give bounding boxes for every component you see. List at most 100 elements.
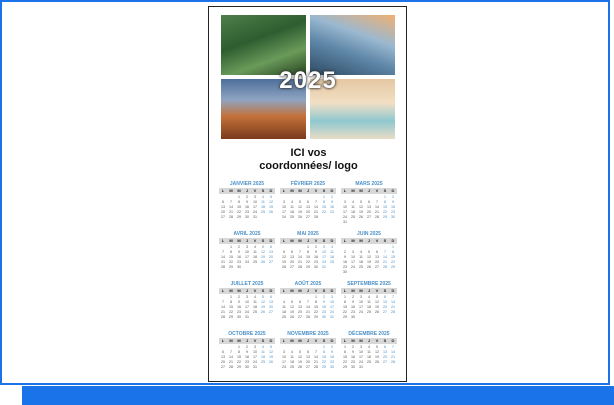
day-cell: 29 <box>229 265 233 269</box>
weekday-header: LMMJVSD <box>341 188 397 194</box>
weekday-label: J <box>367 288 371 293</box>
weekday-label: S <box>383 238 387 243</box>
weekday-label: L <box>221 338 225 343</box>
day-cell: 30 <box>391 215 395 219</box>
day-cell: 28 <box>221 315 225 319</box>
weekday-label: M <box>359 288 363 293</box>
weekday-label: S <box>383 288 387 293</box>
day-grid: 1 2 3 4 5 6 7 8 9 10 11 12 13 14 15 16 17 18 19 20 21 22 23 24 2… <box>219 195 275 220</box>
weekday-label: M <box>229 188 233 193</box>
weekday-label: S <box>322 338 326 343</box>
day-cell: 30 <box>314 265 318 269</box>
day-cell: 30 <box>245 215 249 219</box>
day-cell: 31 <box>322 265 326 269</box>
day-cell: 28 <box>375 215 379 219</box>
day-grid: 1 2 3 4 5 6 7 8 9 10 11 12 13 14 15 16 17 18 19 20 21 22 23 24 2… <box>280 345 336 370</box>
weekday-header: LMMJVSD <box>280 288 336 294</box>
day-grid: 1 2 3 4 5 6 7 8 9 10 11 12 13 14 15 16 17 18 19 20 21 22 23 24 2… <box>341 295 397 320</box>
day-cell: 29 <box>237 215 241 219</box>
weekday-label: M <box>290 188 294 193</box>
day-cell: 26 <box>290 315 294 319</box>
day-cell: 26 <box>269 360 273 364</box>
weekday-label: L <box>221 238 225 243</box>
weekday-label: J <box>306 338 310 343</box>
day-cell: 31 <box>330 315 334 319</box>
month-block: MARS 2025 L M M J V S D 1 2 3 4 5 6 7 8 9 10 11 12 13 14 15 16 1… <box>341 181 397 225</box>
weekday-label: V <box>253 338 257 343</box>
day-cell: 31 <box>245 315 249 319</box>
day-cell: 26 <box>261 310 265 314</box>
weekday-label: M <box>298 288 302 293</box>
weekday-label: J <box>245 238 249 243</box>
month-title: JUIN 2025 <box>357 231 381 237</box>
contact-line-2: coordonnées/ logo <box>259 160 358 172</box>
day-cell: 29 <box>391 265 395 269</box>
day-cell: 31 <box>359 365 363 369</box>
weekday-label: M <box>237 338 241 343</box>
weekday-label: D <box>330 338 334 343</box>
day-cell: 30 <box>351 365 355 369</box>
month-block: NOVEMBRE 2025 L M M J V S D 1 2 3 4 5 6 7 8 9 10 11 12 13 14 1… <box>280 331 336 370</box>
contact-placeholder: ICI vos coordonnées/ logo <box>209 147 406 173</box>
day-cell: 25 <box>261 210 265 214</box>
day-cell: 29 <box>343 315 347 319</box>
month-block: AOÛT 2025 L M M J V S D 1 2 3 4 5 6 7 8 9 10 11 12 13 14 15 16 1… <box>280 281 336 320</box>
weekday-header: LMMJVSD <box>219 188 275 194</box>
day-cell: 31 <box>343 220 347 224</box>
day-grid: 1 2 3 4 5 6 7 8 9 10 11 12 13 14 15 16 17 18 19 20 21 22 23 24 2… <box>341 345 397 370</box>
weekday-label: S <box>322 288 326 293</box>
weekday-label: D <box>269 288 273 293</box>
weekday-label: M <box>237 238 241 243</box>
day-cell: 28 <box>298 265 302 269</box>
weekday-label: S <box>322 188 326 193</box>
day-grid: 1 2 3 4 5 6 7 8 9 10 11 12 13 14 15 16 17 18 19 20 21 22 23 24 2… <box>341 245 397 275</box>
weekday-label: M <box>351 188 355 193</box>
day-cell: 26 <box>375 360 379 364</box>
day-cell: 27 <box>221 215 225 219</box>
glacier-photo <box>310 15 395 75</box>
day-cell: 27 <box>269 260 273 264</box>
day-cell: 25 <box>261 360 265 364</box>
weekday-label: M <box>298 188 302 193</box>
weekday-label: L <box>343 188 347 193</box>
day-cell: 26 <box>375 310 379 314</box>
weekday-header: LMMJVSD <box>341 338 397 344</box>
weekday-label: M <box>351 288 355 293</box>
day-cell: 29 <box>229 315 233 319</box>
day-cell: 29 <box>343 365 347 369</box>
month-title: JUILLET 2025 <box>230 281 264 287</box>
weekday-label: J <box>367 188 371 193</box>
weekday-label: J <box>367 238 371 243</box>
weekday-label: V <box>314 288 318 293</box>
weekday-label: J <box>245 188 249 193</box>
day-cell: 26 <box>298 365 302 369</box>
day-cell: 29 <box>306 265 310 269</box>
day-cell: 24 <box>282 365 286 369</box>
day-cell: 28 <box>229 215 233 219</box>
weekday-label: J <box>306 238 310 243</box>
weekday-label: S <box>261 288 265 293</box>
day-cell: 30 <box>351 315 355 319</box>
day-cell: 25 <box>359 265 363 269</box>
day-cell: 27 <box>383 310 387 314</box>
month-block: JANVIER 2025 L M M J V S D 1 2 3 4 5 6 7 8 9 10 11 12 13 14 15… <box>219 181 275 220</box>
weekday-label: S <box>383 338 387 343</box>
day-cell: 27 <box>298 315 302 319</box>
weekday-label: M <box>290 238 294 243</box>
weekday-label: V <box>253 288 257 293</box>
day-cell: 25 <box>253 310 257 314</box>
weekday-label: M <box>229 338 233 343</box>
month-block: FÉVRIER 2025 L M M J V S D 1 2 3 4 5 6 7 8 9 10 11 12 13 14 15… <box>280 181 336 220</box>
weekday-label: D <box>269 338 273 343</box>
weekday-label: V <box>253 238 257 243</box>
day-cell: 25 <box>282 315 286 319</box>
weekday-header: LMMJVSD <box>341 288 397 294</box>
weekday-label: S <box>261 338 265 343</box>
weekday-label: V <box>253 188 257 193</box>
month-block: JUIN 2025 L M M J V S D 1 2 3 4 5 6 7 8 9 10 11 12 13 14 15 16 1… <box>341 231 397 275</box>
day-cell: 24 <box>282 215 286 219</box>
day-cell: 28 <box>306 315 310 319</box>
day-cell: 27 <box>375 265 379 269</box>
day-cell: 25 <box>290 215 294 219</box>
weekday-label: J <box>245 338 249 343</box>
